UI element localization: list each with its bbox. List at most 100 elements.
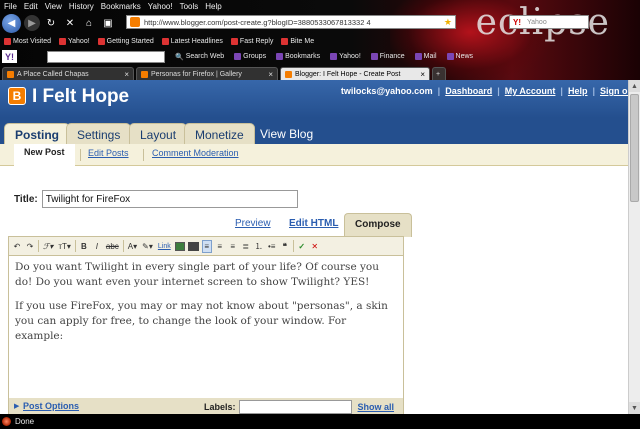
- blockquote-icon[interactable]: ❝: [280, 240, 290, 253]
- stop-button[interactable]: ✕: [62, 15, 78, 31]
- yahoo-link-yahoo[interactable]: Yahoo!: [330, 53, 361, 60]
- home-button[interactable]: ⌂: [81, 15, 97, 31]
- yahoo-link-groups[interactable]: Groups: [234, 53, 266, 60]
- bold-icon[interactable]: B: [79, 240, 89, 253]
- subtab-comment-moderation[interactable]: Comment Moderation: [152, 148, 239, 158]
- tab-layout[interactable]: Layout: [129, 123, 188, 145]
- blogger-logo-icon[interactable]: B: [8, 87, 26, 105]
- stop-icon: ✕: [65, 17, 75, 29]
- insert-video-icon[interactable]: [187, 241, 199, 251]
- redo-icon[interactable]: ↷: [25, 240, 35, 253]
- italic-icon[interactable]: I: [92, 240, 102, 253]
- tab-monetize[interactable]: Monetize: [184, 123, 255, 145]
- show-all-labels-link[interactable]: Show all: [358, 402, 395, 412]
- tab-settings[interactable]: Settings: [66, 123, 132, 145]
- reload-button[interactable]: ↻: [43, 15, 59, 31]
- title-label: Title:: [14, 193, 38, 205]
- labels-label: Labels:: [204, 402, 236, 412]
- address-url[interactable]: http://www.blogger.com/post-create.g?blo…: [144, 18, 371, 27]
- yahoo-logo-icon[interactable]: Y!: [2, 50, 17, 63]
- preview-link[interactable]: Preview: [235, 218, 271, 229]
- align-right-icon[interactable]: ≡: [228, 240, 238, 253]
- menu-tools[interactable]: Tools: [180, 2, 199, 11]
- page-icon: [141, 70, 148, 78]
- menu-view[interactable]: View: [45, 2, 62, 11]
- divider: |: [437, 86, 441, 96]
- font-size-icon[interactable]: тT▾: [57, 240, 72, 253]
- bookmark-most-visited[interactable]: Most Visited: [4, 37, 51, 45]
- blogger-favicon-icon: [285, 70, 292, 78]
- browser-tab-strip: A Place Called Chapas × Personas for Fire…: [0, 66, 640, 80]
- align-left-icon[interactable]: ≡: [201, 239, 212, 253]
- yahoo-link-finance[interactable]: Finance: [370, 53, 405, 60]
- numbered-list-icon[interactable]: ⒈: [254, 240, 264, 253]
- bookmark-fast-reply[interactable]: Fast Reply: [230, 37, 273, 45]
- scrollbar-thumb[interactable]: [630, 94, 639, 202]
- bookmark-getting-started[interactable]: Getting Started: [97, 37, 154, 45]
- undo-icon[interactable]: ↶: [12, 240, 22, 253]
- editor-toolbar: ↶ ↷ ℱ▾ тT▾ B I abc A▾ ✎▾ Link ≡ ≡ ≡ ≣ ⒈ …: [9, 237, 403, 256]
- insert-link-button[interactable]: Link: [157, 240, 172, 253]
- strikethrough-icon[interactable]: abc: [105, 240, 120, 253]
- close-icon[interactable]: ×: [420, 70, 425, 79]
- menu-file[interactable]: File: [4, 2, 17, 11]
- clear-formatting-icon[interactable]: ✕: [310, 240, 320, 253]
- bookmark-star-icon[interactable]: ★: [444, 17, 452, 28]
- justify-icon[interactable]: ≣: [241, 240, 251, 253]
- text-color-icon[interactable]: A▾: [127, 240, 138, 253]
- menu-bookmarks[interactable]: Bookmarks: [101, 2, 141, 11]
- my-account-link[interactable]: My Account: [505, 86, 556, 96]
- expand-arrow-icon[interactable]: ▶: [14, 402, 19, 410]
- address-bar[interactable]: http://www.blogger.com/post-create.g?blo…: [126, 15, 456, 29]
- bulleted-list-icon[interactable]: •≡: [267, 240, 277, 253]
- highlight-icon[interactable]: ✎▾: [141, 240, 154, 253]
- labels-input[interactable]: [238, 400, 352, 414]
- view-blog-link[interactable]: View Blog: [250, 123, 323, 145]
- browser-tab-active[interactable]: Blogger: I Felt Hope - Create Post ×: [280, 67, 430, 80]
- yahoo-link-bookmarks[interactable]: Bookmarks: [276, 53, 320, 60]
- browser-tab[interactable]: Personas for Firefox | Gallery ×: [136, 67, 278, 80]
- new-tab-button[interactable]: ▣: [100, 15, 116, 31]
- tab-posting[interactable]: Posting: [4, 123, 70, 145]
- yahoo-link-mail[interactable]: Mail: [414, 53, 437, 60]
- menu-yahoo[interactable]: Yahoo!: [148, 2, 173, 11]
- post-options-link[interactable]: Post Options: [23, 401, 79, 411]
- scroll-up-icon[interactable]: ▲: [629, 80, 640, 92]
- yahoo-search-engine-icon[interactable]: Y!: [513, 18, 521, 27]
- menu-history[interactable]: History: [69, 2, 94, 11]
- compose-tab[interactable]: Compose: [344, 213, 412, 237]
- forward-button[interactable]: ▶: [24, 15, 40, 31]
- bookmark-latest-headlines[interactable]: Latest Headlines: [161, 37, 223, 45]
- bookmark-yahoo[interactable]: Yahoo!: [59, 37, 90, 45]
- close-icon[interactable]: ×: [268, 70, 273, 79]
- yahoo-search-web-button[interactable]: 🔍 Search Web: [175, 53, 224, 61]
- groups-icon: [234, 53, 242, 60]
- menu-help[interactable]: Help: [205, 2, 221, 11]
- browser-search-box[interactable]: Y! Yahoo: [509, 15, 589, 29]
- back-button[interactable]: ◀: [2, 13, 21, 33]
- scroll-down-icon[interactable]: ▼: [629, 402, 640, 414]
- align-center-icon[interactable]: ≡: [215, 240, 225, 253]
- post-title-input[interactable]: [41, 190, 298, 208]
- bookmark-bite-me[interactable]: Bite Me: [281, 37, 315, 45]
- edit-html-tab[interactable]: Edit HTML: [289, 218, 338, 229]
- help-link[interactable]: Help: [568, 86, 588, 96]
- subtab-edit-posts[interactable]: Edit Posts: [88, 148, 129, 158]
- post-body-editor[interactable]: Do you want Twilight in every single par…: [9, 256, 403, 398]
- browser-tab[interactable]: A Place Called Chapas ×: [2, 67, 134, 80]
- divider: [80, 149, 81, 161]
- yahoo-link-label: Finance: [379, 53, 405, 60]
- firebug-icon[interactable]: [2, 417, 11, 426]
- menu-edit[interactable]: Edit: [24, 2, 38, 11]
- new-tab-button[interactable]: +: [432, 67, 446, 80]
- bookmark-label: Bite Me: [290, 37, 315, 45]
- dashboard-link[interactable]: Dashboard: [445, 86, 492, 96]
- insert-image-icon[interactable]: [174, 241, 185, 251]
- yahoo-search-input[interactable]: [47, 50, 165, 63]
- close-icon[interactable]: ×: [124, 70, 129, 79]
- spellcheck-icon[interactable]: ✓: [297, 240, 307, 253]
- subtab-new-post[interactable]: New Post: [14, 144, 75, 166]
- font-family-icon[interactable]: ℱ▾: [42, 240, 54, 253]
- page-scrollbar[interactable]: ▲ ▼: [628, 80, 640, 414]
- yahoo-link-news[interactable]: News: [446, 53, 473, 60]
